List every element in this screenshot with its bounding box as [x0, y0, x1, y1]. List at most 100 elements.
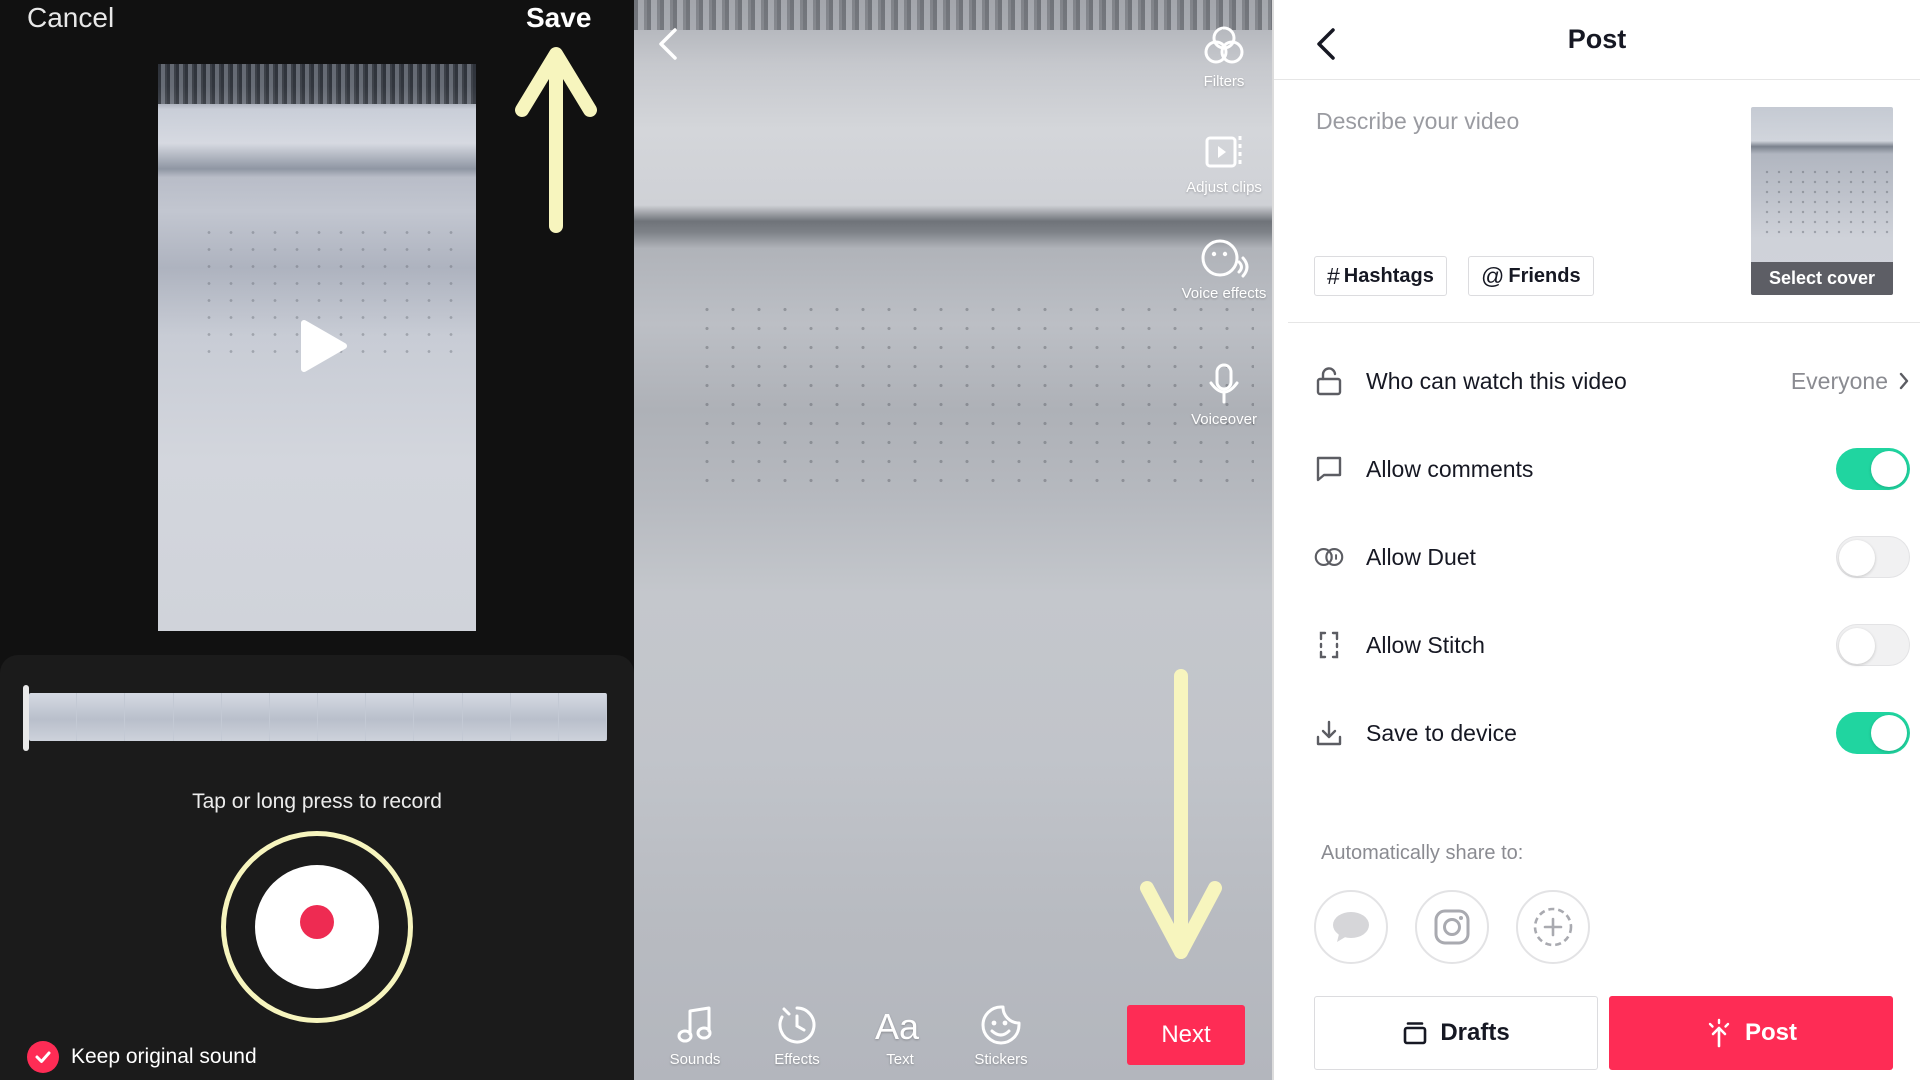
play-icon[interactable]: [298, 318, 348, 374]
cover-thumbnail[interactable]: Select cover: [1751, 107, 1893, 295]
timeline-frame: [221, 693, 270, 741]
page-title: Post: [1567, 24, 1627, 54]
sounds-button[interactable]: Sounds: [650, 1003, 740, 1068]
share-add-button[interactable]: [1516, 890, 1590, 964]
record-hint: Tap or long press to record: [192, 790, 442, 813]
allow-duet-row: Allow Duet: [1314, 527, 1910, 587]
toggle-knob: [1871, 715, 1907, 751]
timeline-frame: [462, 693, 511, 741]
header-divider: [1274, 79, 1920, 80]
voiceover-recorder-screen: Cancel Save Tap or long press to record …: [0, 0, 634, 1080]
allow-comments-toggle[interactable]: [1836, 448, 1910, 490]
text-label: Text: [886, 1051, 914, 1068]
download-icon: [1314, 718, 1344, 748]
select-cover-button[interactable]: Select cover: [1751, 262, 1893, 295]
keep-original-sound-label: Keep original sound: [71, 1045, 257, 1068]
allow-comments-row: Allow comments: [1314, 439, 1910, 499]
voice-effects-button[interactable]: Voice effects: [1169, 236, 1272, 304]
timeline-playhead[interactable]: [23, 685, 29, 751]
annotation-arrow-down-icon: [1140, 669, 1222, 959]
hashtag-icon: #: [1327, 262, 1340, 289]
allow-comments-label: Allow comments: [1366, 455, 1534, 482]
stickers-button[interactable]: Stickers: [956, 1003, 1046, 1068]
toggle-knob: [1871, 451, 1907, 487]
allow-duet-toggle[interactable]: [1836, 536, 1910, 578]
allow-duet-label: Allow Duet: [1366, 543, 1476, 570]
filters-label: Filters: [1203, 73, 1245, 90]
post-button[interactable]: Post: [1609, 996, 1893, 1070]
duet-icon: [1314, 542, 1344, 572]
back-arrow-icon[interactable]: [656, 26, 680, 62]
preview-treeline: [158, 64, 476, 104]
timeline-frame: [510, 693, 559, 741]
messages-icon: [1333, 912, 1369, 942]
music-note-icon: [677, 1006, 712, 1043]
save-to-device-toggle[interactable]: [1836, 712, 1910, 754]
filters-button[interactable]: Filters: [1169, 24, 1272, 92]
clip-timeline[interactable]: [29, 693, 607, 741]
effects-clock-icon: [778, 1006, 816, 1044]
text-button[interactable]: Aa Text: [855, 1003, 945, 1068]
voice-effects-label: Voice effects: [1181, 285, 1267, 302]
text-aa-icon: Aa: [875, 1006, 920, 1047]
toggle-knob: [1839, 540, 1875, 576]
annotation-arrow-up-icon: [515, 47, 597, 233]
timeline-frame: [414, 693, 463, 741]
checkmark-icon[interactable]: [27, 1041, 59, 1073]
post-label: Post: [1744, 1019, 1797, 1046]
post-upload-icon: [1708, 1018, 1730, 1048]
keep-original-sound-option[interactable]: Keep original sound: [27, 1041, 257, 1073]
timeline-frame: [29, 693, 78, 741]
hashtags-button[interactable]: # Hashtags: [1314, 256, 1447, 296]
save-button[interactable]: Save: [526, 2, 591, 34]
timeline-frame: [125, 693, 174, 741]
lock-icon: [1314, 366, 1344, 396]
sounds-label: Sounds: [669, 1051, 721, 1068]
voiceover-button[interactable]: Voiceover: [1169, 362, 1272, 430]
comment-icon: [1314, 454, 1344, 484]
hashtags-label: Hashtags: [1343, 264, 1434, 287]
at-sign-icon: @: [1481, 262, 1505, 289]
allow-stitch-toggle[interactable]: [1836, 624, 1910, 666]
effects-label: Effects: [774, 1051, 820, 1068]
friends-button[interactable]: @ Friends: [1468, 256, 1594, 296]
drafts-icon: [1404, 1022, 1427, 1045]
drafts-label: Drafts: [1440, 1019, 1510, 1046]
filters-icon: [1204, 26, 1244, 64]
description-input[interactable]: Describe your video: [1316, 108, 1519, 135]
effects-button[interactable]: Effects: [752, 1003, 842, 1068]
section-divider: [1288, 322, 1920, 323]
auto-share-label: Automatically share to:: [1321, 842, 1524, 864]
timeline-frame: [77, 693, 126, 741]
allow-stitch-label: Allow Stitch: [1366, 631, 1485, 658]
timeline-frame: [173, 693, 222, 741]
friends-label: Friends: [1508, 264, 1581, 287]
privacy-value-text: Everyone: [1790, 367, 1888, 394]
chevron-right-icon: [1899, 372, 1909, 390]
share-messages-button[interactable]: [1314, 890, 1388, 964]
timeline-frame: [269, 693, 319, 741]
privacy-row[interactable]: Who can watch this video Everyone: [1314, 351, 1910, 411]
microphone-icon: [1209, 363, 1239, 404]
timeline-frame: [318, 693, 367, 741]
save-to-device-row: Save to device: [1314, 703, 1910, 763]
video-editor-screen: Filters Adjust clips Voice effects Voice…: [634, 0, 1272, 1080]
voiceover-label: Voiceover: [1191, 411, 1257, 428]
timeline-frame: [366, 693, 415, 741]
privacy-label: Who can watch this video: [1366, 367, 1627, 394]
cancel-button[interactable]: Cancel: [27, 2, 114, 34]
privacy-value[interactable]: Everyone: [1791, 368, 1910, 395]
toggle-knob: [1839, 628, 1875, 664]
timeline-frame: [558, 693, 607, 741]
drafts-button[interactable]: Drafts: [1314, 996, 1598, 1070]
sticker-icon: [981, 1005, 1021, 1045]
voice-effects-icon: [1201, 239, 1249, 278]
adjust-clips-button[interactable]: Adjust clips: [1169, 130, 1272, 198]
share-instagram-button[interactable]: [1415, 890, 1489, 964]
cover-texture: [1761, 167, 1891, 237]
post-screen: Post Describe your video # Hashtags @ Fr…: [1274, 0, 1920, 1080]
adjust-clips-icon: [1205, 136, 1242, 168]
save-to-device-label: Save to device: [1366, 719, 1517, 746]
next-button[interactable]: Next: [1127, 1005, 1245, 1065]
svg-text:Aa: Aa: [875, 1006, 920, 1047]
